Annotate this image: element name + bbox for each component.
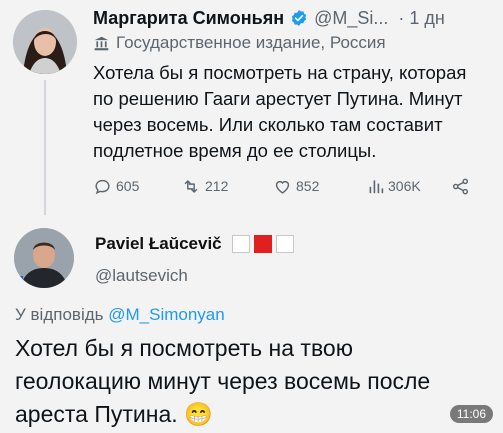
like-icon — [273, 177, 292, 196]
author-handle[interactable]: @M_Si... — [314, 8, 388, 29]
retweet-count: 212 — [205, 178, 229, 194]
like-count: 852 — [296, 178, 320, 194]
share-button[interactable] — [451, 174, 470, 198]
author-handle[interactable]: @lautsevich — [95, 266, 188, 286]
author-name[interactable]: Маргарита Симоньян — [93, 8, 284, 29]
avatar-margarita[interactable] — [13, 10, 77, 74]
tweet1-actions: 605 212 852 306K — [93, 174, 483, 198]
ukraine-flag-icon — [14, 276, 23, 282]
author-name[interactable]: Paviel Łaŭcevič — [95, 234, 222, 254]
like-button[interactable]: 852 — [273, 174, 319, 198]
retweet-button[interactable]: 212 — [181, 174, 228, 198]
government-building-icon — [93, 35, 110, 52]
views-count: 306K — [388, 178, 421, 194]
state-media-label[interactable]: Государственное издание, Россия — [93, 32, 386, 54]
tweet2-header: Paviel Łaŭcevič — [95, 233, 294, 255]
state-media-text: Государственное издание, Россия — [116, 33, 386, 52]
views-button[interactable]: 306K — [368, 174, 421, 198]
reply-handle-link[interactable]: @M_Simonyan — [108, 305, 224, 324]
reply-count: 605 — [116, 178, 140, 194]
reply-button[interactable]: 605 — [93, 174, 139, 198]
retweet-icon — [181, 177, 201, 196]
tweet1-header: Маргарита Симоньян @M_Si... · 1 дн — [93, 6, 445, 30]
avatar-photo — [13, 10, 77, 74]
views-icon — [368, 177, 384, 195]
flag-emoji-icon — [228, 235, 294, 253]
tweet2-text: Хотел бы я посмотреть на твою геолокацию… — [15, 335, 431, 427]
replying-to: У відповідь @M_Simonyan — [15, 305, 225, 325]
tweet-time[interactable]: · 1 дн — [398, 8, 444, 29]
verified-icon — [290, 9, 308, 27]
avatar-lautsevich[interactable] — [14, 228, 74, 288]
time-badge: 11:06 — [449, 405, 493, 423]
share-icon — [451, 177, 470, 196]
reply-prefix: У відповідь — [15, 305, 104, 324]
reply-icon — [93, 177, 112, 196]
thread-line — [44, 80, 46, 215]
tweet1-text: Хотела бы я посмотреть на страну, котора… — [93, 62, 467, 161]
avatar-photo — [14, 228, 74, 288]
